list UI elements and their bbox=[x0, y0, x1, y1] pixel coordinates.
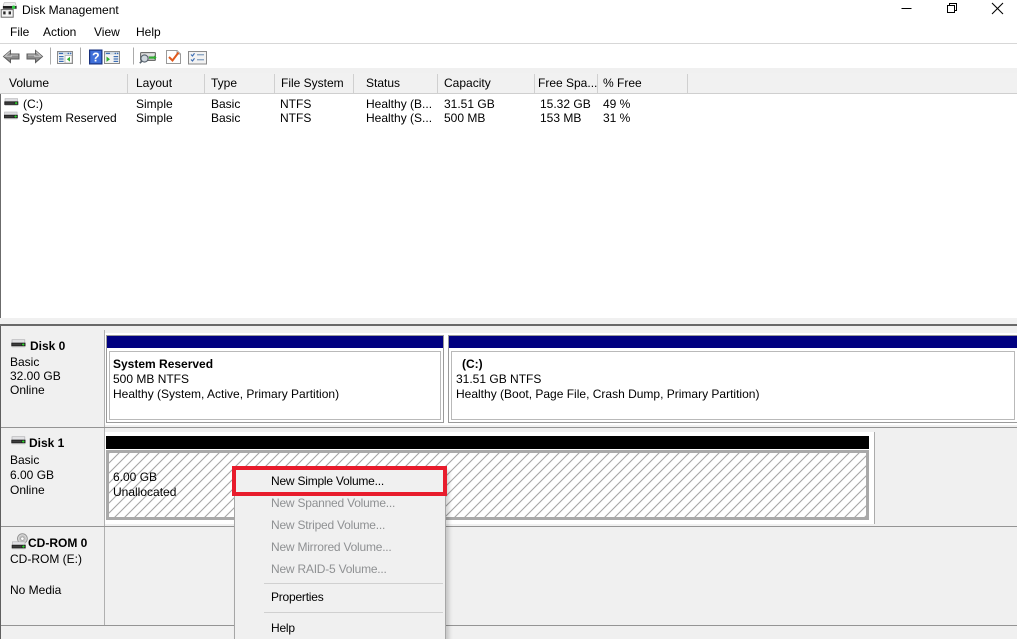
svg-text:?: ? bbox=[92, 51, 100, 65]
